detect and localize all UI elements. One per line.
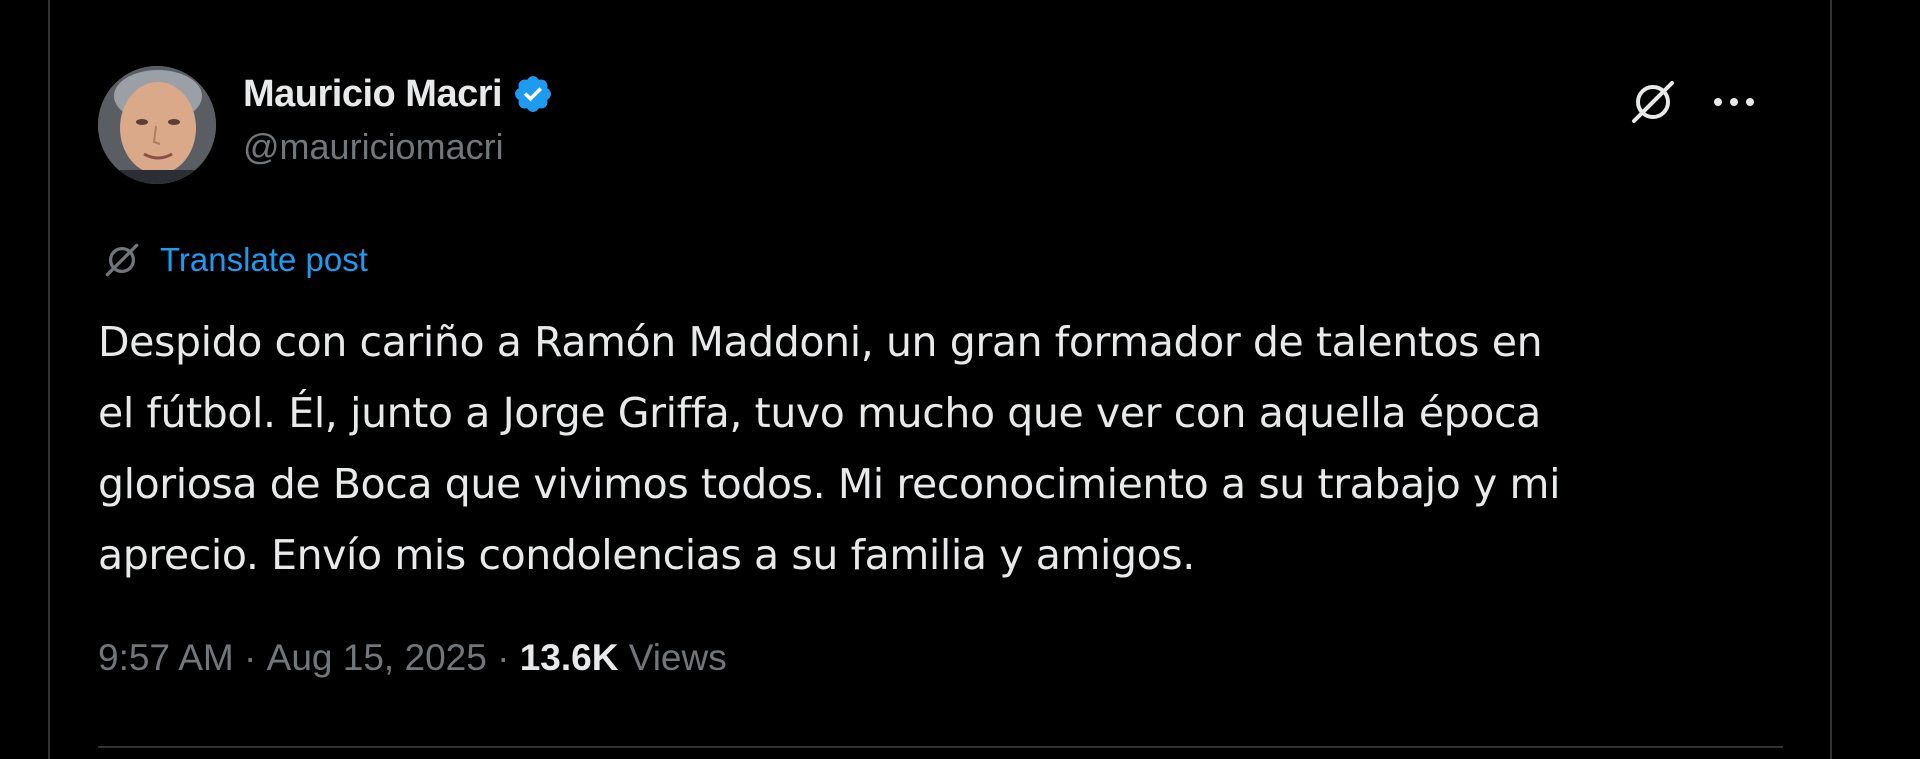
handle[interactable]: @mauriciomacri [243, 126, 554, 168]
views-count[interactable]: 13.6K [520, 637, 619, 679]
post-text-line: aprecio. Envío mis condolencias a su fam… [98, 531, 1195, 579]
post-meta: 9:57 AM · Aug 15, 2025 · 13.6K Views [98, 637, 727, 679]
grok-icon[interactable] [1626, 75, 1680, 129]
post-time[interactable]: 9:57 AM [98, 637, 234, 679]
right-border [1830, 0, 1832, 759]
post-text: Despido con cariño a Ramón Maddoni, un g… [98, 307, 1778, 591]
bottom-divider [98, 746, 1783, 748]
meta-separator: · [233, 637, 267, 678]
left-border [48, 0, 50, 759]
meta-separator: · [486, 637, 520, 678]
author-block: Mauricio Macri @mauriciomacri [243, 70, 554, 168]
avatar-portrait-icon [98, 66, 216, 184]
post-text-line: gloriosa de Boca que vivimos todos. Mi r… [98, 460, 1561, 508]
post-date[interactable]: Aug 15, 2025 [267, 637, 487, 679]
views-label: Views [618, 637, 727, 678]
verified-badge-icon[interactable] [512, 73, 554, 115]
translate-icon [105, 243, 139, 277]
translate-post-link[interactable]: Translate post [100, 238, 368, 282]
avatar[interactable] [98, 66, 216, 184]
more-options-icon[interactable] [1710, 92, 1758, 112]
name-row: Mauricio Macri [243, 70, 554, 118]
display-name[interactable]: Mauricio Macri [243, 73, 503, 116]
top-actions [1626, 75, 1758, 129]
tweet-card: Mauricio Macri @mauriciomacri Translate … [98, 0, 1783, 759]
translate-post-label[interactable]: Translate post [160, 241, 368, 279]
post-text-line: Despido con cariño a Ramón Maddoni, un g… [98, 318, 1543, 366]
post-text-line: el fútbol. Él, junto a Jorge Griffa, tuv… [98, 389, 1541, 437]
